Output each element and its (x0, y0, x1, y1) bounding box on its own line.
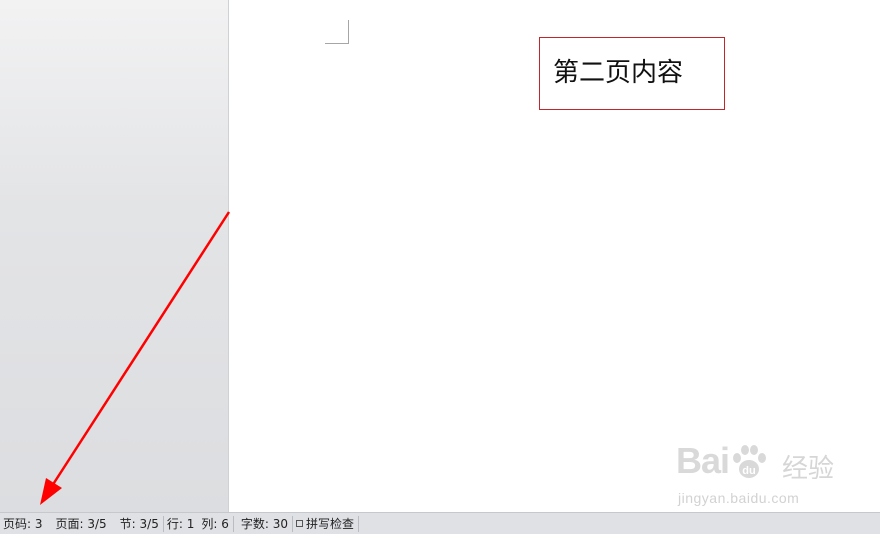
left-workspace-area (0, 0, 229, 512)
spell-check-toggle[interactable]: 拼写检查 (293, 513, 358, 534)
status-bar: 页码: 3 页面: 3/5 节: 3/5 行: 1 列: 6 字数: 30 拼写… (0, 512, 880, 534)
status-page-number[interactable]: 页码: 3 (0, 513, 47, 534)
status-line-label: 行: 1 (166, 517, 195, 531)
status-separator (358, 515, 359, 532)
word-processor-window: 第二页内容 Bai du 经验 jingyan.baidu.com 页码: 3 … (0, 0, 880, 534)
baidu-jingyan-watermark: Bai du 经验 jingyan.baidu.com (672, 440, 842, 512)
checkbox-icon (295, 520, 303, 527)
status-page-label: 页面: 3/5 (55, 517, 107, 531)
text-box-content: 第二页内容 (553, 58, 684, 88)
page-corner-mark (325, 20, 349, 44)
status-section-label: 节: 3/5 (119, 517, 159, 531)
status-line[interactable]: 行: 1 (164, 513, 199, 534)
spell-check-label: 拼写检查 (305, 517, 354, 531)
status-page[interactable]: 页面: 3/5 (53, 513, 111, 534)
status-word-count[interactable]: 字数: 30 (234, 513, 292, 534)
status-section[interactable]: 节: 3/5 (117, 513, 163, 534)
watermark-brand: Bai (676, 440, 730, 481)
watermark-url: jingyan.baidu.com (678, 490, 800, 506)
paw-icon: du (733, 445, 766, 478)
status-column-label: 列: 6 (201, 517, 229, 531)
svg-text:du: du (742, 465, 755, 477)
watermark-brand-cn: 经验 (782, 454, 835, 484)
status-word-count-label: 字数: 30 (240, 517, 288, 531)
document-text-box[interactable]: 第二页内容 (539, 37, 725, 110)
status-page-number-label: 页码: 3 (3, 517, 43, 531)
status-column[interactable]: 列: 6 (198, 513, 233, 534)
